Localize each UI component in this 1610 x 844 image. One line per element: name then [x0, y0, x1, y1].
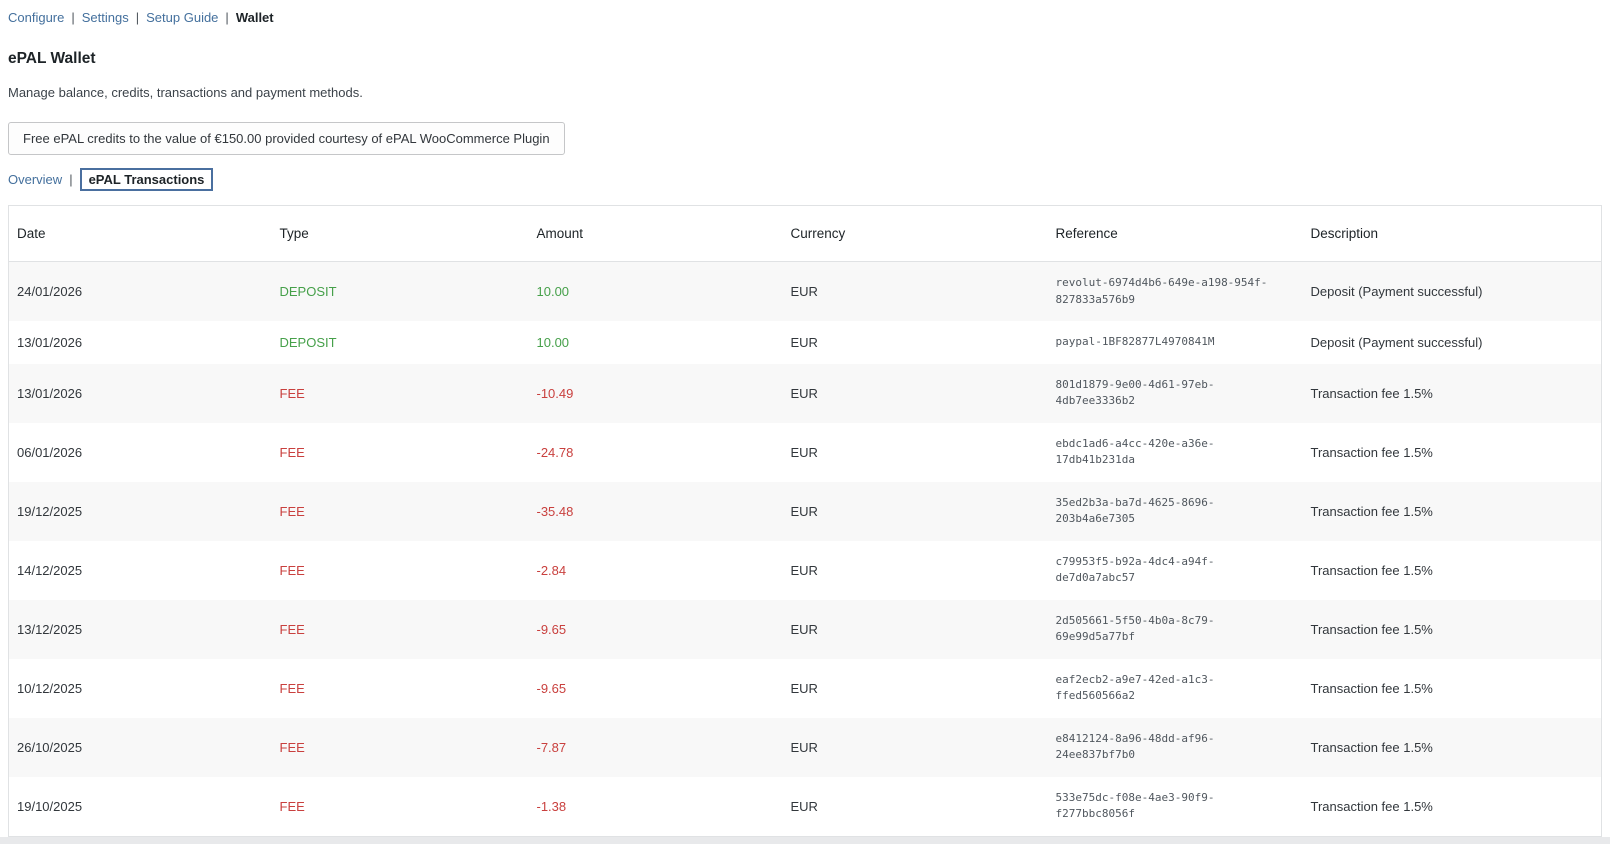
- table-row: 13/01/2026 DEPOSIT 10.00 EUR paypal-1BF8…: [9, 321, 1602, 364]
- column-header-currency: Currency: [783, 206, 1048, 262]
- wallet-tabs: Overview | ePAL Transactions: [8, 168, 1602, 191]
- cell-amount: -2.84: [529, 541, 783, 600]
- breadcrumb-separator: |: [225, 10, 228, 25]
- table-row: 13/01/2026 FEE -10.49 EUR 801d1879-9e00-…: [9, 364, 1602, 423]
- cell-amount: -24.78: [529, 423, 783, 482]
- cell-description: Transaction fee 1.5%: [1303, 423, 1602, 482]
- table-header: Date Type Amount Currency Reference Desc…: [9, 206, 1602, 262]
- tab-overview[interactable]: Overview: [8, 172, 62, 187]
- cell-description: Transaction fee 1.5%: [1303, 482, 1602, 541]
- cell-type: FEE: [272, 718, 529, 777]
- column-header-description: Description: [1303, 206, 1602, 262]
- cell-currency: EUR: [783, 718, 1048, 777]
- tab-separator: |: [69, 172, 72, 187]
- cell-description: Transaction fee 1.5%: [1303, 364, 1602, 423]
- column-header-date: Date: [9, 206, 272, 262]
- cell-date: 14/12/2025: [9, 541, 272, 600]
- cell-date: 26/10/2025: [9, 718, 272, 777]
- page-title: ePAL Wallet: [8, 50, 1602, 68]
- breadcrumb-link-setup-guide[interactable]: Setup Guide: [146, 10, 218, 25]
- cell-description: Transaction fee 1.5%: [1303, 718, 1602, 777]
- cell-reference: eaf2ecb2-a9e7-42ed-a1c3-ffed560566a2: [1048, 659, 1303, 718]
- cell-currency: EUR: [783, 423, 1048, 482]
- breadcrumb-link-settings[interactable]: Settings: [82, 10, 129, 25]
- cell-amount: -9.65: [529, 600, 783, 659]
- cell-type: FEE: [272, 541, 529, 600]
- cell-amount: -35.48: [529, 482, 783, 541]
- cell-currency: EUR: [783, 600, 1048, 659]
- cell-type: DEPOSIT: [272, 321, 529, 364]
- page-bottom-strip: [0, 837, 1610, 844]
- cell-reference: 35ed2b3a-ba7d-4625-8696-203b4a6e7305: [1048, 482, 1303, 541]
- cell-currency: EUR: [783, 364, 1048, 423]
- cell-date: 19/12/2025: [9, 482, 272, 541]
- cell-date: 13/12/2025: [9, 600, 272, 659]
- cell-type: FEE: [272, 423, 529, 482]
- cell-date: 24/01/2026: [9, 262, 272, 322]
- cell-reference: ebdc1ad6-a4cc-420e-a36e-17db41b231da: [1048, 423, 1303, 482]
- cell-reference: c79953f5-b92a-4dc4-a94f-de7d0a7abc57: [1048, 541, 1303, 600]
- tab-epal-transactions[interactable]: ePAL Transactions: [80, 168, 214, 191]
- cell-description: Transaction fee 1.5%: [1303, 541, 1602, 600]
- column-header-reference: Reference: [1048, 206, 1303, 262]
- cell-description: Deposit (Payment successful): [1303, 321, 1602, 364]
- column-header-amount: Amount: [529, 206, 783, 262]
- cell-type: FEE: [272, 777, 529, 837]
- cell-date: 06/01/2026: [9, 423, 272, 482]
- cell-date: 13/01/2026: [9, 364, 272, 423]
- cell-currency: EUR: [783, 482, 1048, 541]
- cell-type: FEE: [272, 364, 529, 423]
- column-header-type: Type: [272, 206, 529, 262]
- cell-amount: -10.49: [529, 364, 783, 423]
- breadcrumb-current-wallet: Wallet: [236, 10, 274, 25]
- cell-description: Deposit (Payment successful): [1303, 262, 1602, 322]
- cell-type: FEE: [272, 659, 529, 718]
- cell-type: DEPOSIT: [272, 262, 529, 322]
- cell-reference: 801d1879-9e00-4d61-97eb-4db7ee3336b2: [1048, 364, 1303, 423]
- cell-amount: -1.38: [529, 777, 783, 837]
- cell-reference: paypal-1BF82877L4970841M: [1048, 321, 1303, 364]
- cell-currency: EUR: [783, 777, 1048, 837]
- cell-currency: EUR: [783, 659, 1048, 718]
- table-row: 10/12/2025 FEE -9.65 EUR eaf2ecb2-a9e7-4…: [9, 659, 1602, 718]
- transactions-body: 24/01/2026 DEPOSIT 10.00 EUR revolut-697…: [9, 262, 1602, 837]
- cell-reference: revolut-6974d4b6-649e-a198-954f-827833a5…: [1048, 262, 1303, 322]
- free-credits-notice: Free ePAL credits to the value of €150.0…: [8, 122, 565, 155]
- transactions-table: Date Type Amount Currency Reference Desc…: [8, 205, 1602, 837]
- table-row: 24/01/2026 DEPOSIT 10.00 EUR revolut-697…: [9, 262, 1602, 322]
- cell-amount: 10.00: [529, 321, 783, 364]
- cell-description: Transaction fee 1.5%: [1303, 659, 1602, 718]
- cell-reference: 533e75dc-f08e-4ae3-90f9-f277bbc8056f: [1048, 777, 1303, 837]
- table-row: 26/10/2025 FEE -7.87 EUR e8412124-8a96-4…: [9, 718, 1602, 777]
- breadcrumb-link-configure[interactable]: Configure: [8, 10, 64, 25]
- cell-currency: EUR: [783, 262, 1048, 322]
- cell-reference: 2d505661-5f50-4b0a-8c79-69e99d5a77bf: [1048, 600, 1303, 659]
- cell-date: 19/10/2025: [9, 777, 272, 837]
- cell-reference: e8412124-8a96-48dd-af96-24ee837bf7b0: [1048, 718, 1303, 777]
- table-row: 19/12/2025 FEE -35.48 EUR 35ed2b3a-ba7d-…: [9, 482, 1602, 541]
- cell-amount: -7.87: [529, 718, 783, 777]
- breadcrumb-separator: |: [71, 10, 74, 25]
- cell-date: 10/12/2025: [9, 659, 272, 718]
- cell-date: 13/01/2026: [9, 321, 272, 364]
- cell-amount: -9.65: [529, 659, 783, 718]
- cell-description: Transaction fee 1.5%: [1303, 777, 1602, 837]
- breadcrumb-separator: |: [136, 10, 139, 25]
- cell-currency: EUR: [783, 541, 1048, 600]
- breadcrumb: Configure | Settings | Setup Guide | Wallet: [8, 10, 1602, 25]
- table-row: 13/12/2025 FEE -9.65 EUR 2d505661-5f50-4…: [9, 600, 1602, 659]
- table-row: 19/10/2025 FEE -1.38 EUR 533e75dc-f08e-4…: [9, 777, 1602, 837]
- table-row: 06/01/2026 FEE -24.78 EUR ebdc1ad6-a4cc-…: [9, 423, 1602, 482]
- cell-description: Transaction fee 1.5%: [1303, 600, 1602, 659]
- cell-currency: EUR: [783, 321, 1048, 364]
- cell-amount: 10.00: [529, 262, 783, 322]
- cell-type: FEE: [272, 482, 529, 541]
- table-row: 14/12/2025 FEE -2.84 EUR c79953f5-b92a-4…: [9, 541, 1602, 600]
- page-subtitle: Manage balance, credits, transactions an…: [8, 85, 1602, 100]
- cell-type: FEE: [272, 600, 529, 659]
